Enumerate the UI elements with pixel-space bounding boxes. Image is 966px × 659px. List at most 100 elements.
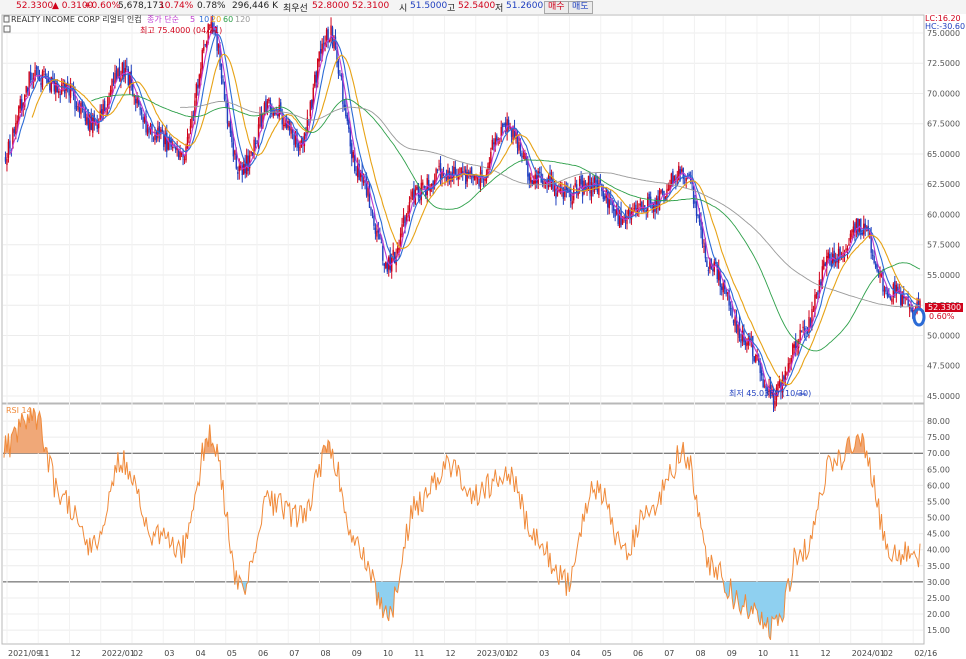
- candle-body: [707, 269, 710, 271]
- x-axis-tick: 04: [570, 649, 580, 658]
- candle-body: [868, 233, 871, 235]
- candle-body: [889, 296, 892, 299]
- stock-chart[interactable]: 45.000047.500050.000052.500055.000057.50…: [0, 14, 966, 659]
- candle-body: [188, 133, 190, 139]
- candle-body: [812, 311, 815, 312]
- candle-body: [204, 44, 206, 46]
- candle-body: [183, 159, 186, 161]
- turnover-pct: 10.74%: [159, 1, 194, 11]
- candle-body: [315, 71, 317, 83]
- candle-body: [879, 273, 881, 277]
- candle-body: [201, 49, 203, 70]
- candle-body: [820, 281, 822, 286]
- x-axis-tick: 03: [164, 649, 174, 658]
- candle-body: [256, 141, 258, 143]
- candle-body: [501, 123, 504, 128]
- price-y-tick: 65.0000: [927, 150, 960, 159]
- candle-body: [694, 201, 696, 204]
- candle-body: [639, 203, 642, 206]
- candle-body: [910, 308, 912, 312]
- x-axis-tick: 10: [758, 649, 768, 658]
- candle-body: [126, 65, 128, 68]
- candle-body: [26, 88, 29, 92]
- candle-body: [35, 67, 38, 69]
- candle-body: [698, 215, 701, 223]
- candle-body: [729, 308, 732, 309]
- candle-body: [848, 243, 850, 246]
- candle-body: [379, 234, 381, 240]
- candle-body: [575, 184, 578, 193]
- x-axis-tick: 02: [883, 649, 893, 658]
- candle-body: [13, 129, 16, 133]
- candle-body: [806, 331, 809, 334]
- candle-body: [148, 126, 150, 133]
- rsi-y-tick: 55.00: [927, 497, 950, 506]
- candle-body: [712, 269, 714, 272]
- candle-body: [109, 89, 112, 96]
- candle-body: [25, 86, 27, 93]
- candle-body: [46, 77, 48, 83]
- candle-body: [530, 177, 532, 183]
- candle-body: [346, 115, 349, 122]
- candle-body: [325, 29, 328, 41]
- x-axis-tick: 02/16: [914, 649, 937, 658]
- candle-body: [238, 165, 240, 172]
- rsi-y-tick: 20.00: [927, 610, 950, 619]
- candle-body: [774, 400, 776, 409]
- candle-body: [824, 263, 826, 266]
- candle-body: [198, 74, 201, 88]
- candle-body: [635, 204, 637, 210]
- high-annotation: 최고 75.4000 (04/21): [140, 25, 222, 35]
- buy-button[interactable]: 매수: [544, 1, 569, 14]
- candle-body: [438, 165, 440, 167]
- candle-body: [229, 121, 232, 134]
- candle-body: [352, 151, 354, 158]
- candle-body: [380, 242, 383, 244]
- candle-body: [602, 190, 605, 200]
- candle-body: [800, 330, 803, 332]
- candle-body: [401, 224, 403, 236]
- candle-body: [817, 292, 819, 295]
- candle-body: [284, 122, 286, 127]
- high-label: 고: [447, 4, 456, 14]
- candle-body: [596, 180, 599, 192]
- candle-body: [553, 189, 556, 192]
- price-y-tick: 72.5000: [927, 59, 960, 68]
- candle-body: [260, 114, 263, 128]
- sell-button[interactable]: 매도: [568, 1, 593, 14]
- candle-body: [792, 344, 794, 355]
- candle-body: [651, 206, 653, 209]
- candle-body: [309, 101, 312, 117]
- x-axis-tick: 04: [195, 649, 205, 658]
- candle-body: [62, 82, 64, 85]
- candle-body: [92, 117, 94, 133]
- candle-body: [649, 196, 652, 205]
- candle-body: [247, 155, 249, 171]
- x-axis-tick: 12: [445, 649, 455, 658]
- candle-body: [679, 169, 681, 174]
- candle-body: [460, 167, 462, 174]
- candle-body: [103, 100, 106, 111]
- candle-body: [220, 64, 223, 79]
- candle-body: [410, 197, 412, 200]
- candle-body: [422, 182, 424, 186]
- candle-body: [192, 115, 195, 117]
- candle-body: [805, 332, 807, 334]
- candle-body: [385, 261, 387, 269]
- candle-body: [263, 102, 266, 114]
- candle-body: [789, 363, 791, 365]
- candle-body: [177, 150, 180, 158]
- candle-body: [519, 144, 522, 150]
- x-axis-tick: 2021/09: [8, 649, 41, 658]
- candle-body: [725, 289, 727, 295]
- candle-body: [228, 123, 230, 126]
- candle-body: [815, 294, 818, 299]
- candle-body: [75, 106, 78, 107]
- candle-body: [290, 128, 292, 134]
- candle-body: [453, 166, 455, 179]
- candle-body: [19, 99, 21, 109]
- x-axis-tick: 09: [727, 649, 737, 658]
- candle-body: [402, 215, 405, 223]
- candle-body: [305, 133, 307, 136]
- rsi-y-tick: 40.00: [927, 546, 950, 555]
